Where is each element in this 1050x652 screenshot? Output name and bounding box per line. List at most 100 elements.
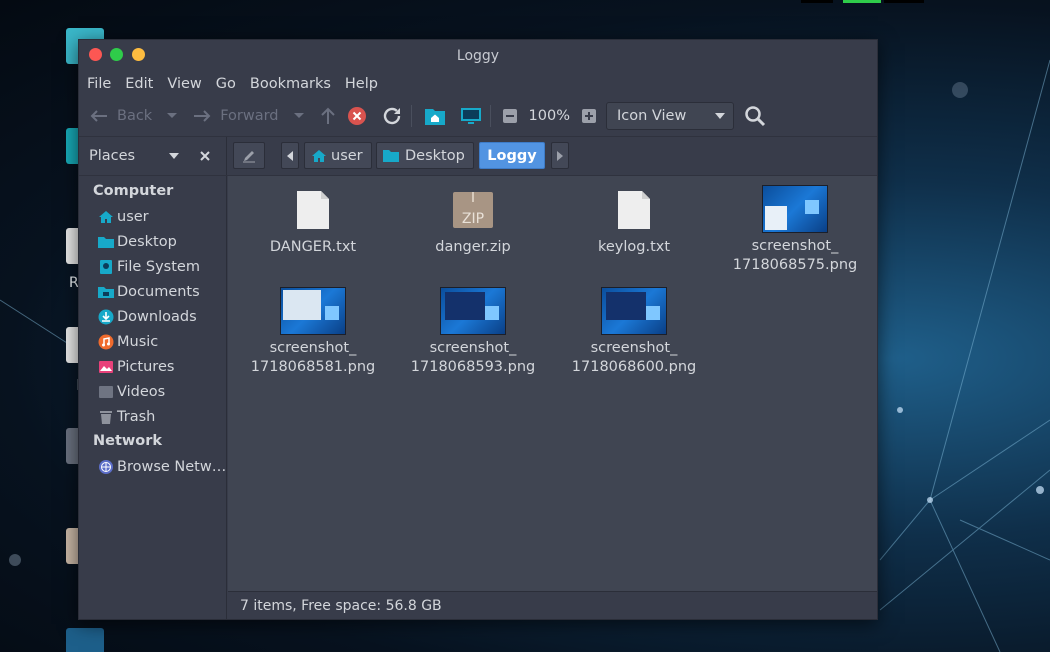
sidebar-item-label: Downloads (117, 308, 197, 325)
back-history-dropdown[interactable] (166, 101, 178, 131)
status-text: 7 items, Free space: 56.8 GB (240, 597, 442, 614)
menu-go[interactable]: Go (216, 76, 236, 92)
forward-button[interactable]: Forward (192, 101, 279, 131)
sidebar-item-file-system[interactable]: File System (79, 254, 226, 279)
home-icon (99, 210, 113, 223)
file-name-line1: screenshot_ (751, 238, 839, 254)
path-segment-loggy[interactable]: Loggy (479, 142, 545, 169)
toolbar-separator (489, 105, 491, 127)
up-button[interactable] (319, 101, 337, 131)
file-item-screenshot-1718068593[interactable]: screenshot_ 1718068593.png (393, 287, 553, 377)
menu-file[interactable]: File (87, 76, 111, 92)
places-header[interactable]: Places (79, 137, 227, 175)
location-row: Places user Desktop Loggy (79, 136, 877, 176)
file-item-danger-txt[interactable]: DANGER.txt (233, 190, 393, 257)
sidebar-item-user[interactable]: user (79, 204, 226, 229)
path-segment-label: Loggy (487, 147, 537, 164)
arrow-up-icon (320, 107, 335, 124)
menu-help[interactable]: Help (345, 76, 378, 92)
stop-button[interactable] (347, 101, 367, 131)
path-segment-label: Desktop (405, 147, 465, 164)
home-folder-icon (424, 109, 445, 125)
sidebar-item-label: Browse Netw… (117, 458, 226, 475)
image-thumbnail (440, 287, 506, 335)
chevron-left-icon (287, 150, 293, 161)
chevron-down-icon (167, 113, 178, 118)
desktop-folder-icon (98, 236, 114, 248)
sidebar-section-computer: Computer (93, 183, 174, 199)
chevron-down-icon (714, 113, 725, 119)
image-thumbnail (280, 287, 346, 335)
menu-edit[interactable]: Edit (125, 76, 153, 92)
sidebar-item-desktop[interactable]: Desktop (79, 229, 226, 254)
path-segment-user[interactable]: user (304, 142, 372, 169)
arrow-left-icon (90, 110, 107, 122)
file-name: DANGER.txt (269, 239, 357, 255)
file-item-keylog-txt[interactable]: keylog.txt (554, 190, 714, 257)
reload-icon (383, 107, 400, 125)
view-mode-select[interactable]: Icon View (605, 102, 734, 130)
search-icon (745, 106, 766, 127)
reload-button[interactable] (381, 101, 403, 131)
folder-icon (66, 628, 104, 652)
desktop-icon-7[interactable] (66, 628, 106, 652)
chevron-right-icon (557, 150, 563, 161)
documents-folder-icon (98, 286, 114, 298)
back-button[interactable]: Back (89, 101, 152, 131)
sidebar-item-trash[interactable]: Trash (79, 404, 226, 429)
sidebar-item-downloads[interactable]: Downloads (79, 304, 226, 329)
sidebar-item-documents[interactable]: Documents (79, 279, 226, 304)
statusbar: 7 items, Free space: 56.8 GB (228, 591, 877, 619)
image-thumbnail (762, 185, 828, 233)
file-item-screenshot-1718068600[interactable]: screenshot_ 1718068600.png (554, 287, 714, 377)
text-file-icon (297, 191, 329, 229)
file-manager-window: Loggy File Edit View Go Bookmarks Help B… (78, 39, 878, 620)
path-segment-label: user (331, 147, 363, 164)
path-segment-desktop[interactable]: Desktop (376, 142, 474, 169)
computer-button[interactable] (460, 101, 482, 131)
sidebar-item-label: Pictures (117, 358, 175, 375)
titlebar[interactable]: Loggy (79, 40, 877, 72)
file-view[interactable]: DANGER.txt ZIP danger.zip keylog.txt scr… (228, 176, 877, 591)
path-scroll-right-button[interactable] (551, 142, 569, 169)
trash-icon (100, 410, 112, 424)
file-name-line1: screenshot_ (590, 340, 678, 356)
sidebar-item-browse-network[interactable]: Browse Netw… (79, 454, 226, 479)
zoom-in-button[interactable] (581, 101, 596, 131)
sidebar-item-label: Trash (117, 408, 156, 425)
home-button[interactable] (424, 101, 446, 131)
arrow-right-icon (194, 110, 211, 122)
sidebar-item-label: user (117, 208, 149, 225)
file-item-danger-zip[interactable]: ZIP danger.zip (393, 190, 553, 257)
edit-location-button[interactable] (233, 142, 265, 169)
video-icon (99, 385, 113, 398)
stop-icon (347, 107, 366, 125)
menu-bookmarks[interactable]: Bookmarks (250, 76, 331, 92)
zip-badge: ZIP (462, 211, 484, 227)
toolbar: Back Forward 100% Icon View (79, 96, 877, 136)
folder-icon (383, 150, 399, 162)
forward-history-dropdown[interactable] (293, 101, 305, 131)
file-item-screenshot-1718068575[interactable]: screenshot_ 1718068575.png (715, 185, 875, 275)
close-icon[interactable] (200, 151, 210, 161)
file-name-line1: screenshot_ (269, 340, 357, 356)
file-name: keylog.txt (597, 239, 671, 255)
zoom-out-button[interactable] (502, 101, 517, 131)
drive-icon (100, 259, 112, 274)
monitor-icon (460, 108, 481, 124)
file-item-screenshot-1718068581[interactable]: screenshot_ 1718068581.png (233, 287, 393, 377)
download-icon (98, 309, 114, 324)
text-file-icon (618, 191, 650, 229)
menu-view[interactable]: View (167, 76, 201, 92)
path-scroll-left-button[interactable] (281, 142, 299, 169)
sidebar-item-label: Videos (117, 383, 166, 400)
sidebar-item-music[interactable]: Music (79, 329, 226, 354)
music-icon (98, 334, 114, 349)
zip-archive-icon: ZIP (453, 192, 493, 228)
file-name-line2: 1718068593.png (410, 359, 536, 375)
sidebar-item-pictures[interactable]: Pictures (79, 354, 226, 379)
sidebar-item-videos[interactable]: Videos (79, 379, 226, 404)
image-thumbnail (601, 287, 667, 335)
search-button[interactable] (744, 101, 766, 131)
sidebar-item-label: File System (117, 258, 200, 275)
